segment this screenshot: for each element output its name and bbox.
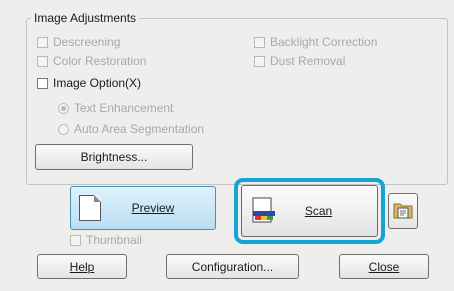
brightness-button-label: Brightness... <box>80 150 148 164</box>
thumbnail-checkbox[interactable] <box>70 234 81 246</box>
color-restoration-checkbox[interactable] <box>37 55 48 67</box>
descreening-checkbox[interactable] <box>37 36 48 48</box>
auto-area-segmentation-option[interactable]: Auto Area Segmentation <box>58 121 204 137</box>
image-option-checkbox[interactable] <box>37 77 48 89</box>
configuration-button-label: Configuration... <box>191 259 274 274</box>
group-title: Image Adjustments <box>31 11 140 25</box>
auto-area-segmentation-label: Auto Area Segmentation <box>74 122 205 136</box>
help-button[interactable]: Help <box>37 254 127 279</box>
close-button[interactable]: Close <box>339 254 429 279</box>
image-option[interactable]: Image Option(X) <box>37 75 141 91</box>
folder-icon <box>392 199 414 224</box>
descreening-label: Descreening <box>53 35 121 49</box>
scan-button[interactable]: Scan <box>241 185 378 237</box>
dust-removal-checkbox[interactable] <box>254 55 265 67</box>
thumbnail-option[interactable]: Thumbnail <box>70 232 142 248</box>
scan-icon <box>252 197 276 225</box>
auto-area-segmentation-radio[interactable] <box>58 123 69 135</box>
close-button-label: Close <box>368 259 400 274</box>
scan-button-label: Scan <box>304 204 333 218</box>
color-restoration-label: Color Restoration <box>53 54 147 68</box>
descreening-option[interactable]: Descreening <box>37 34 120 50</box>
text-enhancement-radio[interactable] <box>58 102 69 114</box>
folder-button[interactable] <box>388 193 418 229</box>
document-icon <box>79 195 101 221</box>
help-button-label: Help <box>69 259 95 274</box>
dust-removal-label: Dust Removal <box>270 54 346 68</box>
preview-button[interactable]: Preview <box>70 186 216 230</box>
brightness-button[interactable]: Brightness... <box>35 144 193 170</box>
backlight-correction-option[interactable]: Backlight Correction <box>254 34 377 50</box>
backlight-correction-checkbox[interactable] <box>254 36 265 48</box>
color-restoration-option[interactable]: Color Restoration <box>37 53 146 69</box>
thumbnail-label: Thumbnail <box>86 233 143 247</box>
preview-button-label: Preview <box>131 201 175 215</box>
image-option-label: Image Option(X) <box>53 76 142 90</box>
backlight-correction-label: Backlight Correction <box>270 35 378 49</box>
configuration-button[interactable]: Configuration... <box>166 254 299 279</box>
dust-removal-option[interactable]: Dust Removal <box>254 53 345 69</box>
text-enhancement-option[interactable]: Text Enhancement <box>58 100 173 116</box>
text-enhancement-label: Text Enhancement <box>74 101 174 115</box>
